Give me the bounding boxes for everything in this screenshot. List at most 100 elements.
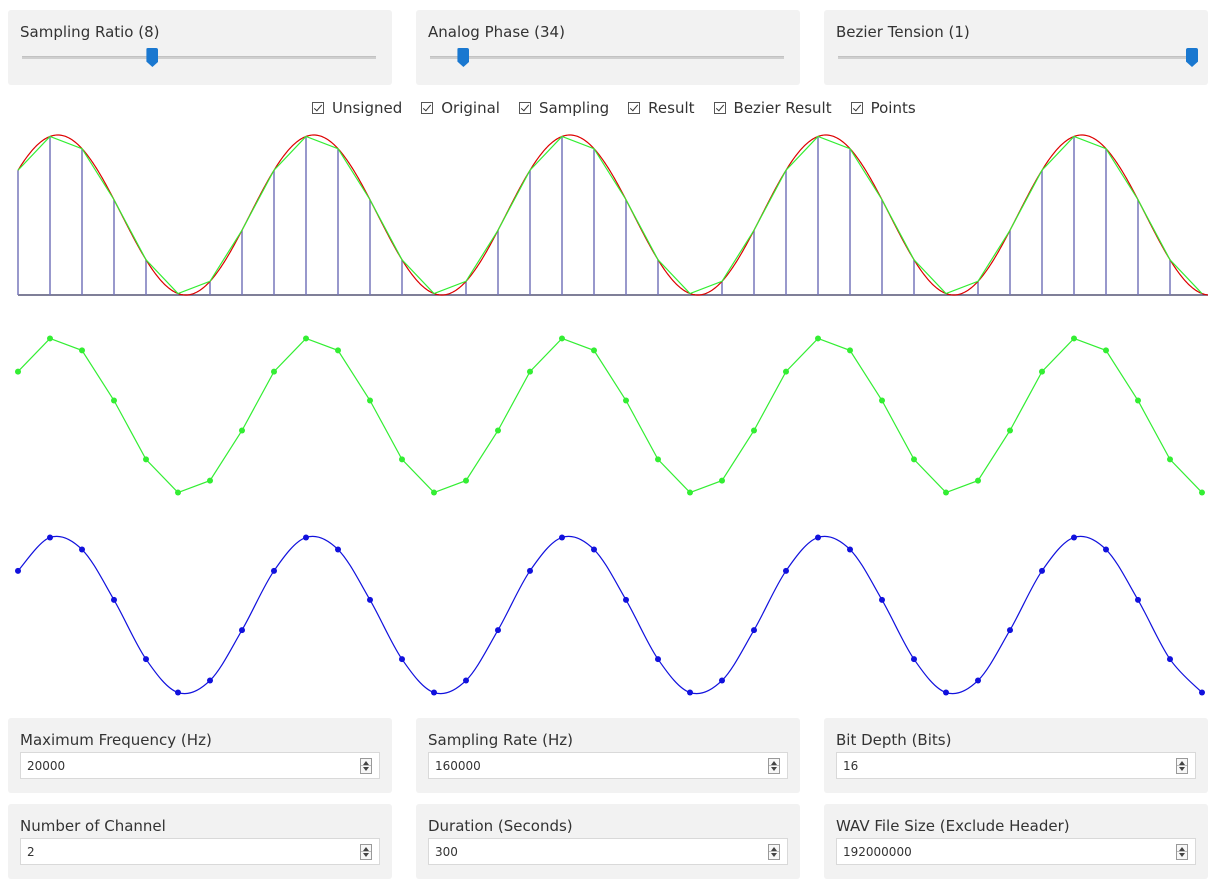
bit-depth-panel: Bit Depth (Bits) [824, 718, 1208, 793]
wav-size-field[interactable] [836, 838, 1196, 865]
bit-depth-input[interactable] [837, 753, 1169, 778]
result-point [1039, 368, 1045, 375]
result-point [239, 427, 245, 434]
result-point [303, 335, 309, 342]
channels-spinner[interactable] [360, 844, 372, 860]
duration-input[interactable] [429, 839, 761, 864]
bezier-point [79, 546, 85, 553]
bezier-point [1071, 534, 1077, 541]
result-point [431, 489, 437, 496]
result-point [111, 397, 117, 404]
result-point [655, 456, 661, 463]
result-point [687, 489, 693, 496]
wav-size-label: WAV File Size (Exclude Header) [836, 817, 1070, 835]
bezier-point [1103, 546, 1109, 553]
bezier-point [1135, 596, 1141, 603]
result-point [47, 335, 53, 342]
sampling-rate-spinner[interactable] [768, 758, 780, 774]
result-point [79, 347, 85, 354]
bit-depth-field[interactable] [836, 752, 1196, 779]
channels-label: Number of Channel [20, 817, 166, 835]
bezier-point [1039, 567, 1045, 574]
bit-depth-spinner[interactable] [1176, 758, 1188, 774]
bezier-result-plot [15, 534, 1205, 696]
result-point [367, 397, 373, 404]
bezier-point [911, 656, 917, 663]
bezier-point [15, 567, 21, 574]
result-point [751, 427, 757, 434]
duration-panel: Duration (Seconds) [416, 804, 800, 879]
wav-size-panel: WAV File Size (Exclude Header) [824, 804, 1208, 879]
duration-label: Duration (Seconds) [428, 817, 573, 835]
duration-spinner[interactable] [768, 844, 780, 860]
result-point [591, 347, 597, 354]
bezier-point [591, 546, 597, 553]
bezier-point [751, 627, 757, 634]
result-point [975, 477, 981, 484]
result-point [815, 335, 821, 342]
bit-depth-label: Bit Depth (Bits) [836, 731, 952, 749]
max-frequency-input[interactable] [21, 753, 353, 778]
bezier-point [175, 689, 181, 696]
bezier-point [207, 677, 213, 684]
result-point [847, 347, 853, 354]
bezier-point [303, 534, 309, 541]
result-point [175, 489, 181, 496]
bezier-point [399, 656, 405, 663]
bezier-point [1007, 627, 1013, 634]
bezier-point [783, 567, 789, 574]
bezier-point [527, 567, 533, 574]
result-point [15, 368, 21, 375]
result-point [271, 368, 277, 375]
bezier-point [623, 596, 629, 603]
result-point [1007, 427, 1013, 434]
bezier-point [559, 534, 565, 541]
sampling-rate-field[interactable] [428, 752, 788, 779]
bezier-point [495, 627, 501, 634]
bezier-point [687, 689, 693, 696]
result-point [1199, 489, 1205, 496]
sampling-plot [17, 136, 1208, 296]
bezier-point [239, 627, 245, 634]
result-point [783, 368, 789, 375]
result-point [1135, 397, 1141, 404]
channels-panel: Number of Channel [8, 804, 392, 879]
channels-field[interactable] [20, 838, 380, 865]
result-point [623, 397, 629, 404]
wav-size-input[interactable] [837, 839, 1169, 864]
original-plot [17, 134, 1209, 296]
duration-field[interactable] [428, 838, 788, 865]
sampling-rate-panel: Sampling Rate (Hz) [416, 718, 800, 793]
bezier-point [655, 656, 661, 663]
bezier-point [1199, 689, 1205, 696]
bezier-point [847, 546, 853, 553]
channels-input[interactable] [21, 839, 353, 864]
result-point [879, 397, 885, 404]
max-frequency-spinner[interactable] [360, 758, 372, 774]
bezier-point [943, 689, 949, 696]
result-line [17, 337, 1203, 494]
bezier-point [367, 596, 373, 603]
wav-size-spinner[interactable] [1176, 844, 1188, 860]
bezier-point [47, 534, 53, 541]
result-point [559, 335, 565, 342]
result-point [911, 456, 917, 463]
sampling-rate-input[interactable] [429, 753, 761, 778]
result-point [495, 427, 501, 434]
bezier-point [335, 546, 341, 553]
bezier-point [111, 596, 117, 603]
bezier-point [1167, 656, 1173, 663]
original-curve [17, 134, 1209, 296]
bezier-point [143, 656, 149, 663]
result-point [719, 477, 725, 484]
result-point [943, 489, 949, 496]
result-point [335, 347, 341, 354]
bezier-point [879, 596, 885, 603]
result-point [143, 456, 149, 463]
bezier-point [431, 689, 437, 696]
bezier-point [815, 534, 821, 541]
max-frequency-field[interactable] [20, 752, 380, 779]
sampling-rate-label: Sampling Rate (Hz) [428, 731, 573, 749]
bezier-point [719, 677, 725, 684]
bezier-point [271, 567, 277, 574]
